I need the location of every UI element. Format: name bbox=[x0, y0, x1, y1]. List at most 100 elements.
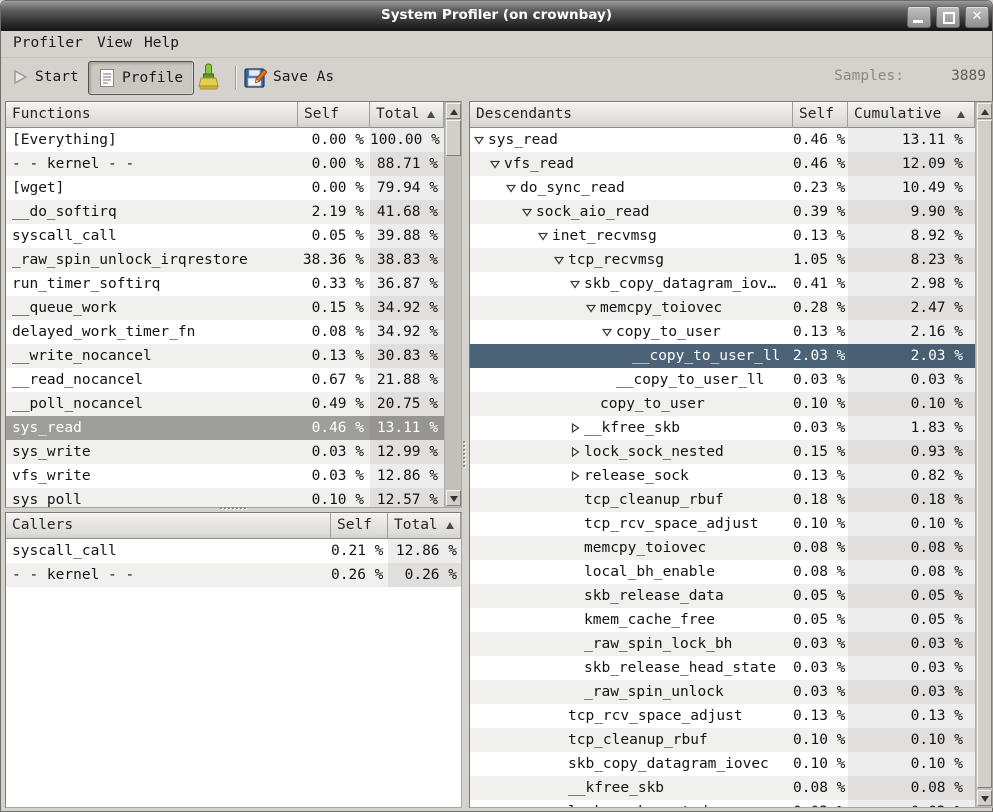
tree-row[interactable]: tcp_rcv_space_adjust0.13 %0.13 % bbox=[470, 704, 975, 728]
table-row[interactable]: sys_write0.03 %12.99 % bbox=[6, 440, 444, 464]
tree-row[interactable]: kmem_cache_free0.05 %0.05 % bbox=[470, 608, 975, 632]
self-percentage: 0.03 % bbox=[793, 680, 848, 704]
save-as-button[interactable]: Save As bbox=[244, 61, 334, 93]
expander-open-icon[interactable] bbox=[506, 183, 520, 193]
pane-splitter-vertical[interactable] bbox=[463, 441, 465, 467]
tree-row[interactable]: release_sock0.13 %0.82 % bbox=[470, 464, 975, 488]
table-row[interactable]: [Everything]0.00 %100.00 % bbox=[6, 128, 444, 152]
tree-row[interactable]: sock_aio_read0.39 %9.90 % bbox=[470, 200, 975, 224]
expander-open-icon[interactable] bbox=[538, 231, 552, 241]
expander-open-icon[interactable] bbox=[522, 207, 536, 217]
table-row[interactable]: __do_softirq2.19 %41.68 % bbox=[6, 200, 444, 224]
menu-view[interactable]: View bbox=[97, 35, 132, 51]
descendants-header-self[interactable]: Self bbox=[793, 102, 848, 128]
table-row[interactable]: __write_nocancel0.13 %30.83 % bbox=[6, 344, 444, 368]
expander-open-icon[interactable] bbox=[586, 303, 600, 313]
tree-row[interactable]: do_sync_read0.23 %10.49 % bbox=[470, 176, 975, 200]
menu-profiler[interactable]: Profiler bbox=[13, 35, 83, 51]
table-row[interactable]: - - kernel - -0.26 %0.26 % bbox=[6, 563, 461, 587]
cumulative-percentage: 0.10 % bbox=[848, 752, 975, 776]
expander-closed-icon[interactable] bbox=[570, 423, 584, 433]
start-button[interactable]: Start bbox=[11, 61, 79, 93]
total-percentage: 12.86 % bbox=[388, 539, 461, 563]
tree-row[interactable]: tcp_cleanup_rbuf0.18 %0.18 % bbox=[470, 488, 975, 512]
scroll-down-button[interactable] bbox=[446, 490, 461, 506]
tree-row[interactable]: memcpy_toiovec0.08 %0.08 % bbox=[470, 536, 975, 560]
tree-row[interactable]: _raw_spin_lock_bh0.03 %0.03 % bbox=[470, 632, 975, 656]
table-row[interactable]: _raw_spin_unlock_irqrestore38.36 %38.83 … bbox=[6, 248, 444, 272]
table-row[interactable]: __poll_nocancel0.49 %20.75 % bbox=[6, 392, 444, 416]
titlebar[interactable]: System Profiler (on crownbay) ✕ bbox=[1, 1, 992, 31]
scroll-up-button[interactable] bbox=[977, 103, 992, 119]
tree-row[interactable]: __copy_to_user_ll0.03 %0.03 % bbox=[470, 368, 975, 392]
callers-header-self[interactable]: Self bbox=[331, 513, 388, 539]
expander-open-icon[interactable] bbox=[474, 135, 488, 145]
tree-row[interactable]: copy_to_user0.10 %0.10 % bbox=[470, 392, 975, 416]
total-percentage: 41.68 % bbox=[370, 200, 444, 224]
table-row[interactable]: __queue_work0.15 %34.92 % bbox=[6, 296, 444, 320]
tree-row[interactable]: _raw_spin_unlock0.03 %0.03 % bbox=[470, 680, 975, 704]
scrollbar-thumb[interactable] bbox=[446, 120, 461, 156]
functions-header-name[interactable]: Functions bbox=[6, 102, 298, 128]
expander-closed-icon[interactable] bbox=[570, 447, 584, 457]
tree-row[interactable]: inet_recvmsg0.13 %8.92 % bbox=[470, 224, 975, 248]
tree-row[interactable]: __kfree_skb0.08 %0.08 % bbox=[470, 776, 975, 800]
callers-header-name[interactable]: Callers bbox=[6, 513, 331, 539]
tree-row[interactable]: tcp_cleanup_rbuf0.10 %0.10 % bbox=[470, 728, 975, 752]
self-percentage: 0.08 % bbox=[793, 560, 848, 584]
tree-row[interactable]: sys_read0.46 %13.11 % bbox=[470, 128, 975, 152]
functions-header-total[interactable]: Total bbox=[370, 102, 444, 128]
close-icon: ✕ bbox=[966, 8, 988, 26]
descendants-header-cumulative[interactable]: Cumulative bbox=[848, 102, 975, 128]
tree-row[interactable]: skb_copy_datagram_iov…0.41 %2.98 % bbox=[470, 272, 975, 296]
descendants-scrollbar[interactable] bbox=[975, 102, 992, 807]
table-row[interactable]: run_timer_softirq0.33 %36.87 % bbox=[6, 272, 444, 296]
tree-row[interactable]: memcpy_toiovec0.28 %2.47 % bbox=[470, 296, 975, 320]
tree-row[interactable]: __copy_to_user_ll2.03 %2.03 % bbox=[470, 344, 975, 368]
expander-open-icon[interactable] bbox=[554, 255, 568, 265]
menu-help[interactable]: Help bbox=[144, 35, 179, 51]
expander-open-icon[interactable] bbox=[570, 279, 584, 289]
tree-row[interactable]: lock_sock_nested0.03 %0.03 % bbox=[470, 800, 975, 807]
reset-button[interactable] bbox=[195, 61, 221, 93]
maximize-button[interactable] bbox=[936, 6, 960, 28]
expander-open-icon[interactable] bbox=[602, 327, 616, 337]
cumulative-percentage: 0.13 % bbox=[848, 704, 975, 728]
descendants-header-name[interactable]: Descendants bbox=[470, 102, 793, 128]
pane-splitter-horizontal[interactable] bbox=[220, 507, 246, 509]
table-row[interactable]: - - kernel - -0.00 %88.71 % bbox=[6, 152, 444, 176]
table-row[interactable]: delayed_work_timer_fn0.08 %34.92 % bbox=[6, 320, 444, 344]
tree-row[interactable]: __kfree_skb0.03 %1.83 % bbox=[470, 416, 975, 440]
tree-row[interactable]: tcp_rcv_space_adjust0.10 %0.10 % bbox=[470, 512, 975, 536]
cumulative-percentage: 0.10 % bbox=[848, 512, 975, 536]
table-row[interactable]: sys_poll0.10 %12.57 % bbox=[6, 488, 444, 507]
expander-open-icon[interactable] bbox=[490, 159, 504, 169]
tree-row[interactable]: skb_release_data0.05 %0.05 % bbox=[470, 584, 975, 608]
table-row[interactable]: syscall_call0.21 %12.86 % bbox=[6, 539, 461, 563]
tree-row[interactable]: skb_release_head_state0.03 %0.03 % bbox=[470, 656, 975, 680]
table-row[interactable]: vfs_write0.03 %12.86 % bbox=[6, 464, 444, 488]
functions-header-self[interactable]: Self bbox=[298, 102, 370, 128]
scroll-down-button[interactable] bbox=[977, 790, 992, 806]
self-percentage: 0.00 % bbox=[298, 128, 370, 152]
tree-row[interactable]: tcp_recvmsg1.05 %8.23 % bbox=[470, 248, 975, 272]
app-window: System Profiler (on crownbay) ✕ Profiler… bbox=[0, 0, 993, 812]
tree-row[interactable]: lock_sock_nested0.15 %0.93 % bbox=[470, 440, 975, 464]
table-row[interactable]: syscall_call0.05 %39.88 % bbox=[6, 224, 444, 248]
table-row[interactable]: sys_read0.46 %13.11 % bbox=[6, 416, 444, 440]
minimize-button[interactable] bbox=[907, 6, 931, 28]
callers-header-total[interactable]: Total bbox=[388, 513, 461, 539]
table-row[interactable]: [wget]0.00 %79.94 % bbox=[6, 176, 444, 200]
cumulative-percentage: 0.18 % bbox=[848, 488, 975, 512]
close-button[interactable]: ✕ bbox=[965, 6, 989, 28]
scroll-up-button[interactable] bbox=[446, 103, 461, 119]
expander-closed-icon[interactable] bbox=[570, 471, 584, 481]
scrollbar-thumb[interactable] bbox=[977, 120, 992, 788]
tree-row[interactable]: vfs_read0.46 %12.09 % bbox=[470, 152, 975, 176]
tree-row[interactable]: copy_to_user0.13 %2.16 % bbox=[470, 320, 975, 344]
functions-scrollbar[interactable] bbox=[444, 102, 461, 507]
tree-row[interactable]: skb_copy_datagram_iovec0.10 %0.10 % bbox=[470, 752, 975, 776]
tree-row[interactable]: local_bh_enable0.08 %0.08 % bbox=[470, 560, 975, 584]
profile-toggle-button[interactable]: Profile bbox=[88, 61, 194, 95]
table-row[interactable]: __read_nocancel0.67 %21.88 % bbox=[6, 368, 444, 392]
